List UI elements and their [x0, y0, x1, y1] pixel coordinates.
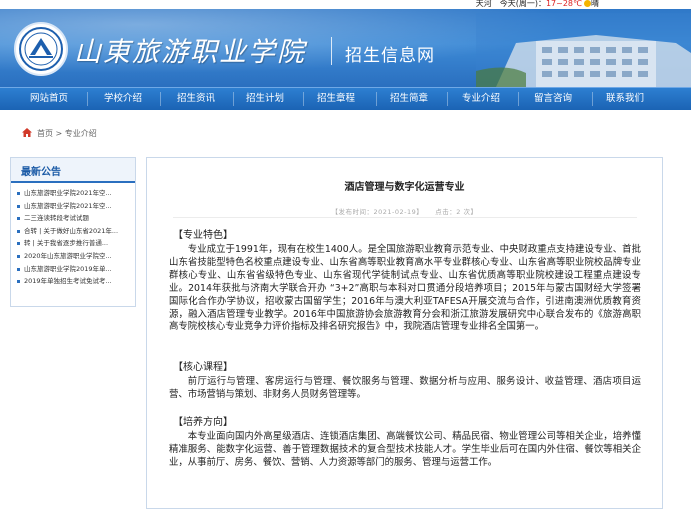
section-body-courses: 前厅运行与管理、客房运行与管理、餐饮服务与管理、数据分析与应用、服务设计、收益管… — [169, 376, 641, 400]
weather-temperature: 17~28℃ — [545, 0, 582, 8]
bullet-icon — [17, 204, 20, 208]
section-heading-direction: 【培养方向】 — [173, 417, 233, 428]
breadcrumb-separator: > — [55, 129, 63, 138]
notice-item-label: 2019年单独招生考试免试考... — [24, 277, 112, 286]
site-title: 招生信息网 — [345, 46, 435, 66]
breadcrumb-home[interactable]: 首页 — [37, 129, 53, 138]
bullet-icon — [17, 267, 20, 271]
nav-news[interactable]: 招生资讯 — [161, 88, 231, 110]
notice-item[interactable]: 山东旅游职业学院2021年空... — [11, 200, 128, 213]
bullet-icon — [17, 280, 20, 284]
main-nav: 网站首页 学校介绍 招生资讯 招生计划 招生章程 招生简章 专业介绍 留言咨询 … — [0, 87, 691, 110]
section-heading-courses: 【核心课程】 — [173, 362, 233, 373]
nav-plan[interactable]: 招生计划 — [230, 88, 300, 110]
sidebar-header: 最新公告 — [11, 158, 135, 183]
home-icon[interactable] — [22, 128, 32, 137]
notice-item-label: 转 | 关于我省逐步推行普通... — [24, 239, 109, 248]
section-body-direction: 本专业面向国内外高星级酒店、连锁酒店集团、高端餐饮公司、精品民宿、物业管理公司等… — [169, 431, 641, 468]
notice-item-label: 山东旅游职业学院2021年空... — [24, 201, 112, 210]
notice-item-label: 山东旅游职业学院2021年空... — [24, 189, 112, 197]
header-banner: 山東旅游职业学院 招生信息网 — [0, 9, 691, 87]
school-name: 山東旅游职业学院 — [74, 37, 306, 68]
nav-consult[interactable]: 留言咨询 — [518, 88, 588, 110]
notice-item[interactable]: 2020年山东旅游职业学院空... — [11, 250, 128, 263]
bullet-icon — [17, 242, 20, 246]
notice-item[interactable]: 转 | 关于我省逐步推行普通... — [11, 237, 128, 250]
campus-building-image — [476, 13, 691, 87]
bullet-icon — [17, 254, 20, 258]
notice-item[interactable]: 二三连读转段考试试题 — [11, 212, 128, 225]
meta-close: 】 — [470, 208, 478, 216]
nav-charter[interactable]: 招生章程 — [301, 88, 371, 110]
notice-list: 山东旅游职业学院2021年空... 山东旅游职业学院2021年空... 二三连读… — [11, 187, 135, 288]
notice-item[interactable]: 山东旅游职业学院2021年空... — [11, 187, 128, 200]
article-title: 酒店管理与数字化运营专业 — [344, 182, 465, 193]
article-meta: 【发布时间：2021-02-19】 点击：2 次】 — [147, 206, 662, 216]
nav-about[interactable]: 学校介绍 — [88, 88, 158, 110]
notice-item[interactable]: 合转 | 关于做好山东省2021年... — [11, 225, 128, 238]
breadcrumb-current[interactable]: 专业介绍 — [65, 129, 97, 138]
nav-home[interactable]: 网站首页 — [14, 88, 84, 110]
banner-divider — [331, 37, 332, 65]
bullet-icon — [17, 217, 20, 221]
section-heading-features: 【专业特色】 — [173, 230, 233, 241]
notice-item-label: 2020年山东旅游职业学院空... — [24, 251, 112, 260]
weather-condition: 晴 — [591, 0, 599, 8]
bullet-icon — [17, 192, 20, 195]
notice-sidebar: 最新公告 山东旅游职业学院2021年空... 山东旅游职业学院2021年空...… — [10, 157, 136, 307]
notice-item-label: 二三连读转段考试试题 — [24, 214, 89, 223]
section-body-features: 专业成立于1991年，现有在校生1400人。是全国旅游职业教育示范专业、中央财政… — [169, 244, 641, 333]
top-bar: 天河 今天(周一)：17~28℃ 晴 — [0, 0, 691, 9]
nav-brochure[interactable]: 招生简章 — [374, 88, 444, 110]
school-emblem-icon[interactable] — [14, 22, 68, 76]
article-panel: 酒店管理与数字化运营专业 【发布时间：2021-02-19】 点击：2 次】 【专… — [146, 157, 663, 509]
publish-date: 【发布时间：2021-02-19】 — [331, 208, 424, 216]
breadcrumb: 首页 > 专业介绍 — [37, 128, 97, 139]
nav-contact[interactable]: 联系我们 — [590, 88, 660, 110]
notice-item-label: 合转 | 关于做好山东省2021年... — [24, 226, 119, 235]
weather-widget: 天河 今天(周一)：17~28℃ 晴 — [476, 0, 599, 9]
click-count: 点击：2 次 — [435, 208, 471, 216]
sidebar-title: 最新公告 — [21, 167, 61, 178]
notice-item[interactable]: 山东旅游职业学院2019年单... — [11, 263, 128, 276]
notice-item-label: 山东旅游职业学院2019年单... — [24, 264, 112, 273]
bullet-icon — [17, 229, 20, 233]
article-divider — [173, 217, 637, 218]
sun-icon — [584, 0, 591, 7]
weather-text: 天河 今天(周一)： — [475, 0, 546, 8]
nav-majors[interactable]: 专业介绍 — [446, 88, 516, 110]
notice-item[interactable]: 2019年单独招生考试免试考... — [11, 275, 128, 288]
